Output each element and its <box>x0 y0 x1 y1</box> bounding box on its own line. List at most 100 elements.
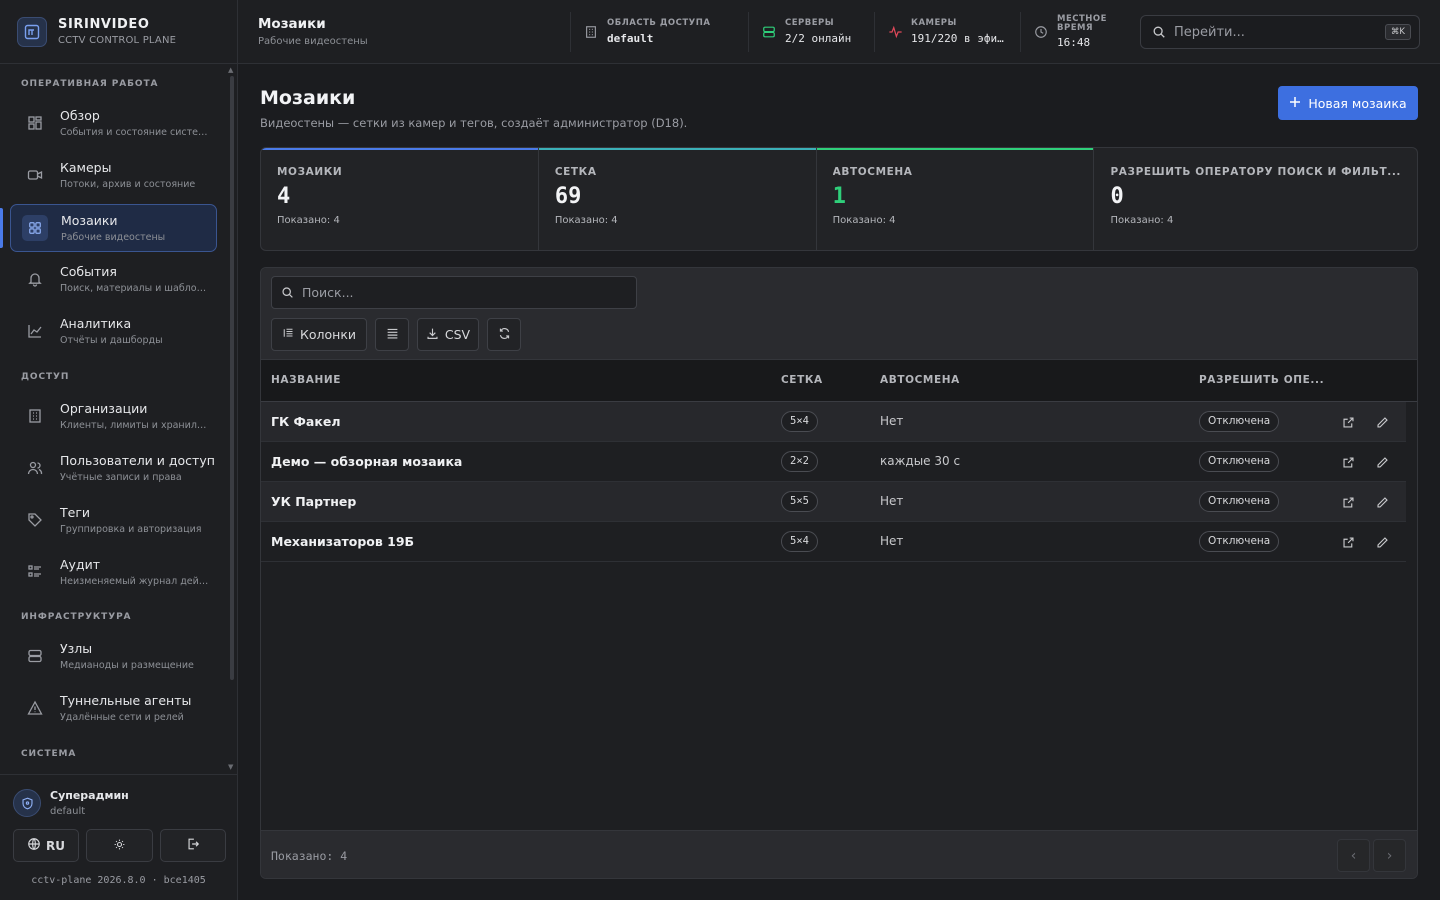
cameras-status: КАМЕРЫ 191/220 в эфи… <box>874 12 1020 52</box>
section-title: ДОСТУП <box>21 372 70 382</box>
language-button[interactable]: RU <box>13 829 79 862</box>
card-sub: Показано: 4 <box>277 215 340 226</box>
column-header-operator[interactable]: РАЗРЕШИТЬ ОПЕ... <box>1199 374 1324 386</box>
logout-button[interactable] <box>160 829 226 862</box>
sidebar-item-label: Туннельные агенты <box>60 693 192 708</box>
globe-icon <box>27 837 41 854</box>
sidebar-item-overview[interactable]: Обзор События и состояние системы <box>10 99 217 147</box>
brand-subtitle: CCTV CONTROL PLANE <box>58 35 177 46</box>
sidebar-item-organizations[interactable]: Организации Клиенты, лимиты и хранилища <box>10 392 217 440</box>
table-toolbar: Поиск... Колонки CSV <box>261 268 1417 360</box>
sidebar-item-users[interactable]: Пользователи и доступ Учётные записи и пр… <box>10 444 217 492</box>
sidebar-item-label: Организации <box>60 401 148 416</box>
brand-name: SIRINVIDEO <box>58 17 150 32</box>
card-sub: Показано: 4 <box>1110 215 1174 226</box>
card-accent <box>261 148 538 150</box>
scope-selector[interactable]: ОБЛАСТЬ ДОСТУПА default <box>570 12 748 52</box>
columns-button[interactable]: Колонки <box>271 318 367 351</box>
edit-icon[interactable] <box>1374 534 1390 550</box>
main-heading: Мозаики <box>260 87 356 109</box>
language-label: RU <box>46 838 65 853</box>
open-external-icon[interactable] <box>1340 494 1356 510</box>
sidebar-item-nodes[interactable]: Узлы Медианоды и размещение <box>10 632 217 680</box>
chevron-left-icon: ‹ <box>1350 847 1357 864</box>
prev-page-button[interactable]: ‹ <box>1337 839 1370 872</box>
summary-card: СЕТКА 69 Показано: 4 <box>538 148 817 250</box>
card-value: 69 <box>554 184 582 209</box>
sidebar-item-mosaics[interactable]: Мозаики Рабочие видеостены <box>10 204 217 252</box>
density-button[interactable] <box>375 318 409 351</box>
scroll-thumb[interactable] <box>230 76 234 680</box>
csv-label: CSV <box>444 327 471 342</box>
tag-icon <box>24 509 46 531</box>
autoswitch-value: Нет <box>880 534 904 548</box>
edit-icon[interactable] <box>1374 414 1390 430</box>
chevron-right-icon: › <box>1386 847 1393 864</box>
grid-icon <box>22 215 48 241</box>
edit-icon[interactable] <box>1374 494 1390 510</box>
table-row[interactable]: ГК Факел 5×4 Нет Отключена <box>261 402 1406 442</box>
scroll-up-icon[interactable]: ▲ <box>228 66 233 74</box>
summary-card: МОЗАИКИ 4 Показано: 4 <box>261 148 539 250</box>
sidebar-item-events[interactable]: События Поиск, материалы и шаблоны <box>10 255 217 303</box>
building-icon <box>583 24 599 40</box>
new-mosaic-button[interactable]: Новая мозаика <box>1278 86 1418 120</box>
sidebar-item-tunnel-agents[interactable]: Туннельные агенты Удалённые сети и релей <box>10 684 217 732</box>
logout-icon <box>186 837 200 854</box>
operator-badge: Отключена <box>1199 491 1280 512</box>
open-external-icon[interactable] <box>1340 414 1356 430</box>
edit-icon[interactable] <box>1374 454 1390 470</box>
download-icon <box>426 327 439 343</box>
sidebar-item-label: Пользователи и доступ <box>60 453 215 468</box>
sidebar-item-label: Обзор <box>60 108 100 123</box>
user-info[interactable]: Суперадмин default <box>13 789 129 817</box>
scope-value: default <box>607 32 654 45</box>
mosaic-name: УК Партнер <box>271 494 357 509</box>
scroll-down-icon[interactable]: ▼ <box>228 763 233 771</box>
time-value: 16:48 <box>1057 36 1091 49</box>
servers-label: СЕРВЕРЫ <box>785 18 835 28</box>
time-label: ВРЕМЯ <box>1057 23 1094 33</box>
refresh-button[interactable] <box>487 318 521 351</box>
column-header-grid[interactable]: СЕТКА <box>781 374 823 386</box>
open-external-icon[interactable] <box>1340 534 1356 550</box>
refresh-icon <box>498 327 511 343</box>
card-value: 0 <box>1110 184 1124 209</box>
csv-export-button[interactable]: CSV <box>417 318 479 351</box>
sidebar-item-sub: Медианоды и размещение <box>60 660 194 671</box>
table-row[interactable]: УК Партнер 5×5 Нет Отключена <box>261 482 1406 522</box>
sidebar-item-audit[interactable]: Аудит Неизменяемый журнал действий <box>10 548 217 596</box>
table-search-placeholder: Поиск... <box>302 285 354 300</box>
sidebar-item-sub: Группировка и авторизация <box>60 524 202 535</box>
local-time: МЕСТНОЕ ВРЕМЯ 16:48 <box>1020 12 1120 52</box>
sidebar-item-label: Аналитика <box>60 316 132 331</box>
next-page-button[interactable]: › <box>1373 839 1406 872</box>
sidebar-item-analytics[interactable]: Аналитика Отчёты и дашборды <box>10 307 217 355</box>
sidebar-item-cameras[interactable]: Камеры Потоки, архив и состояние <box>10 151 217 199</box>
sidebar-item-label: События <box>60 264 117 279</box>
column-header-autoswitch[interactable]: АВТОСМЕНА <box>880 374 960 386</box>
new-mosaic-label: Новая мозаика <box>1308 95 1407 111</box>
plus-icon <box>1289 96 1301 111</box>
users-icon <box>24 457 46 479</box>
topbar: Мозаики Рабочие видеостены ОБЛАСТЬ ДОСТУ… <box>238 0 1440 64</box>
warning-icon <box>24 697 46 719</box>
sidebar-nav: ОПЕРАТИВНАЯ РАБОТА Обзор События и состоя… <box>0 64 228 774</box>
open-external-icon[interactable] <box>1340 454 1356 470</box>
table-search-input[interactable]: Поиск... <box>271 276 637 309</box>
card-label: АВТОСМЕНА <box>832 166 913 178</box>
cameras-value: 191/220 в эфи… <box>911 32 1004 45</box>
server-icon <box>761 24 777 40</box>
grid-badge: 5×4 <box>781 531 818 552</box>
global-search-input[interactable]: Перейти... ⌘K <box>1140 15 1420 49</box>
theme-toggle-button[interactable] <box>86 829 153 862</box>
activity-icon <box>887 24 903 40</box>
section-title: СИСТЕМА <box>21 749 77 759</box>
mosaic-name: Механизаторов 19Б <box>271 534 415 549</box>
column-header-name[interactable]: НАЗВАНИЕ <box>271 374 341 386</box>
table-row[interactable]: Механизаторов 19Б 5×4 Нет Отключена <box>261 522 1406 562</box>
sidebar-item-label: Камеры <box>60 160 112 175</box>
sidebar-scrollbar[interactable]: ▲ ▼ <box>228 66 234 772</box>
table-row[interactable]: Демо — обзорная мозаика 2×2 каждые 30 с … <box>261 442 1406 482</box>
sidebar-item-tags[interactable]: Теги Группировка и авторизация <box>10 496 217 544</box>
